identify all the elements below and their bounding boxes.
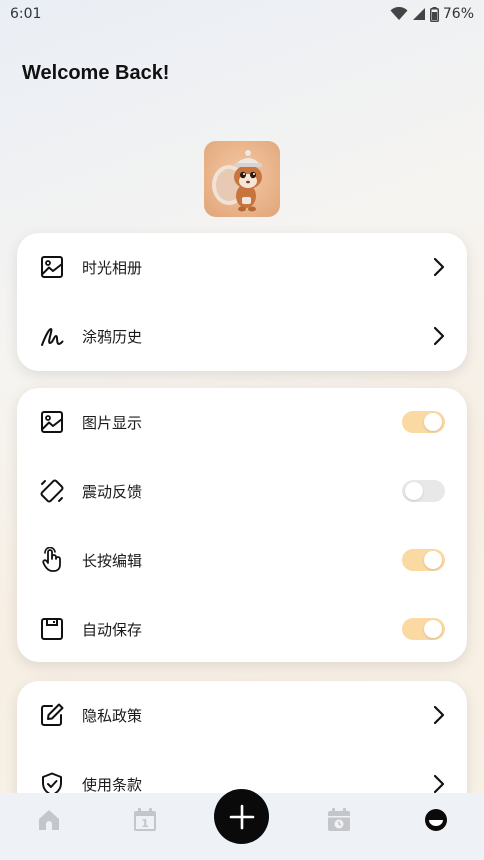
menu-item-label: 使用条款 xyxy=(82,775,143,794)
add-icon xyxy=(229,804,254,829)
toggle-knob xyxy=(424,551,442,569)
menu-item-time-album[interactable]: 时光相册 xyxy=(17,239,467,295)
touch-icon xyxy=(42,547,61,572)
toggle-knob xyxy=(424,413,442,431)
photo-icon xyxy=(41,256,63,278)
settings-card: 图片显示 震动反馈 长按编辑 自动保存 xyxy=(17,388,467,662)
toggle-knob xyxy=(405,482,423,500)
image-display-toggle[interactable] xyxy=(402,411,445,433)
vibration-feedback-toggle[interactable] xyxy=(402,480,445,502)
long-press-edit-toggle[interactable] xyxy=(402,549,445,571)
navigation-card: 时光相册 涂鸦历史 xyxy=(17,233,467,371)
chevron-right-icon xyxy=(433,326,445,346)
menu-item-doodle-history[interactable]: 涂鸦历史 xyxy=(17,308,467,364)
setting-item-vibration-feedback[interactable]: 震动反馈 xyxy=(17,463,467,519)
menu-item-label: 涂鸦历史 xyxy=(82,327,143,346)
status-time: 6:01 xyxy=(10,6,42,22)
status-icons: 76% xyxy=(390,6,474,22)
edit-icon xyxy=(41,703,64,726)
page-title: Welcome Back! xyxy=(22,62,170,84)
vibration-icon xyxy=(40,479,64,503)
setting-item-image-display[interactable]: 图片显示 xyxy=(17,394,467,450)
home-icon[interactable] xyxy=(36,807,62,833)
photo-icon xyxy=(41,411,63,433)
calendar-icon[interactable]: 1 xyxy=(132,807,158,833)
battery-level: 76% xyxy=(442,6,474,22)
chevron-right-icon xyxy=(433,705,445,725)
chevron-right-icon xyxy=(433,257,445,277)
auto-save-toggle[interactable] xyxy=(402,618,445,640)
menu-item-label: 时光相册 xyxy=(82,258,143,277)
squirrel-mascot-image xyxy=(212,150,262,212)
battery-icon xyxy=(429,6,439,22)
setting-item-long-press-edit[interactable]: 长按编辑 xyxy=(17,532,467,588)
chevron-right-icon xyxy=(433,774,445,794)
setting-item-auto-save[interactable]: 自动保存 xyxy=(17,601,467,657)
wifi-icon xyxy=(390,7,408,20)
setting-item-label: 长按编辑 xyxy=(82,551,143,570)
save-icon xyxy=(41,618,63,640)
scribble-icon xyxy=(41,328,64,346)
menu-item-label: 隐私政策 xyxy=(82,706,143,725)
setting-item-label: 自动保存 xyxy=(82,620,143,639)
schedule-icon[interactable] xyxy=(326,807,352,833)
setting-item-label: 图片显示 xyxy=(82,413,143,432)
menu-item-privacy-policy[interactable]: 隐私政策 xyxy=(17,687,467,743)
add-button[interactable] xyxy=(214,789,269,844)
calendar-day: 1 xyxy=(141,817,149,830)
status-bar: 6:01 76% xyxy=(0,0,484,28)
avatar[interactable] xyxy=(204,141,280,217)
signal-icon xyxy=(412,8,425,20)
profile-icon[interactable] xyxy=(423,807,449,833)
toggle-knob xyxy=(424,620,442,638)
setting-item-label: 震动反馈 xyxy=(82,482,143,501)
